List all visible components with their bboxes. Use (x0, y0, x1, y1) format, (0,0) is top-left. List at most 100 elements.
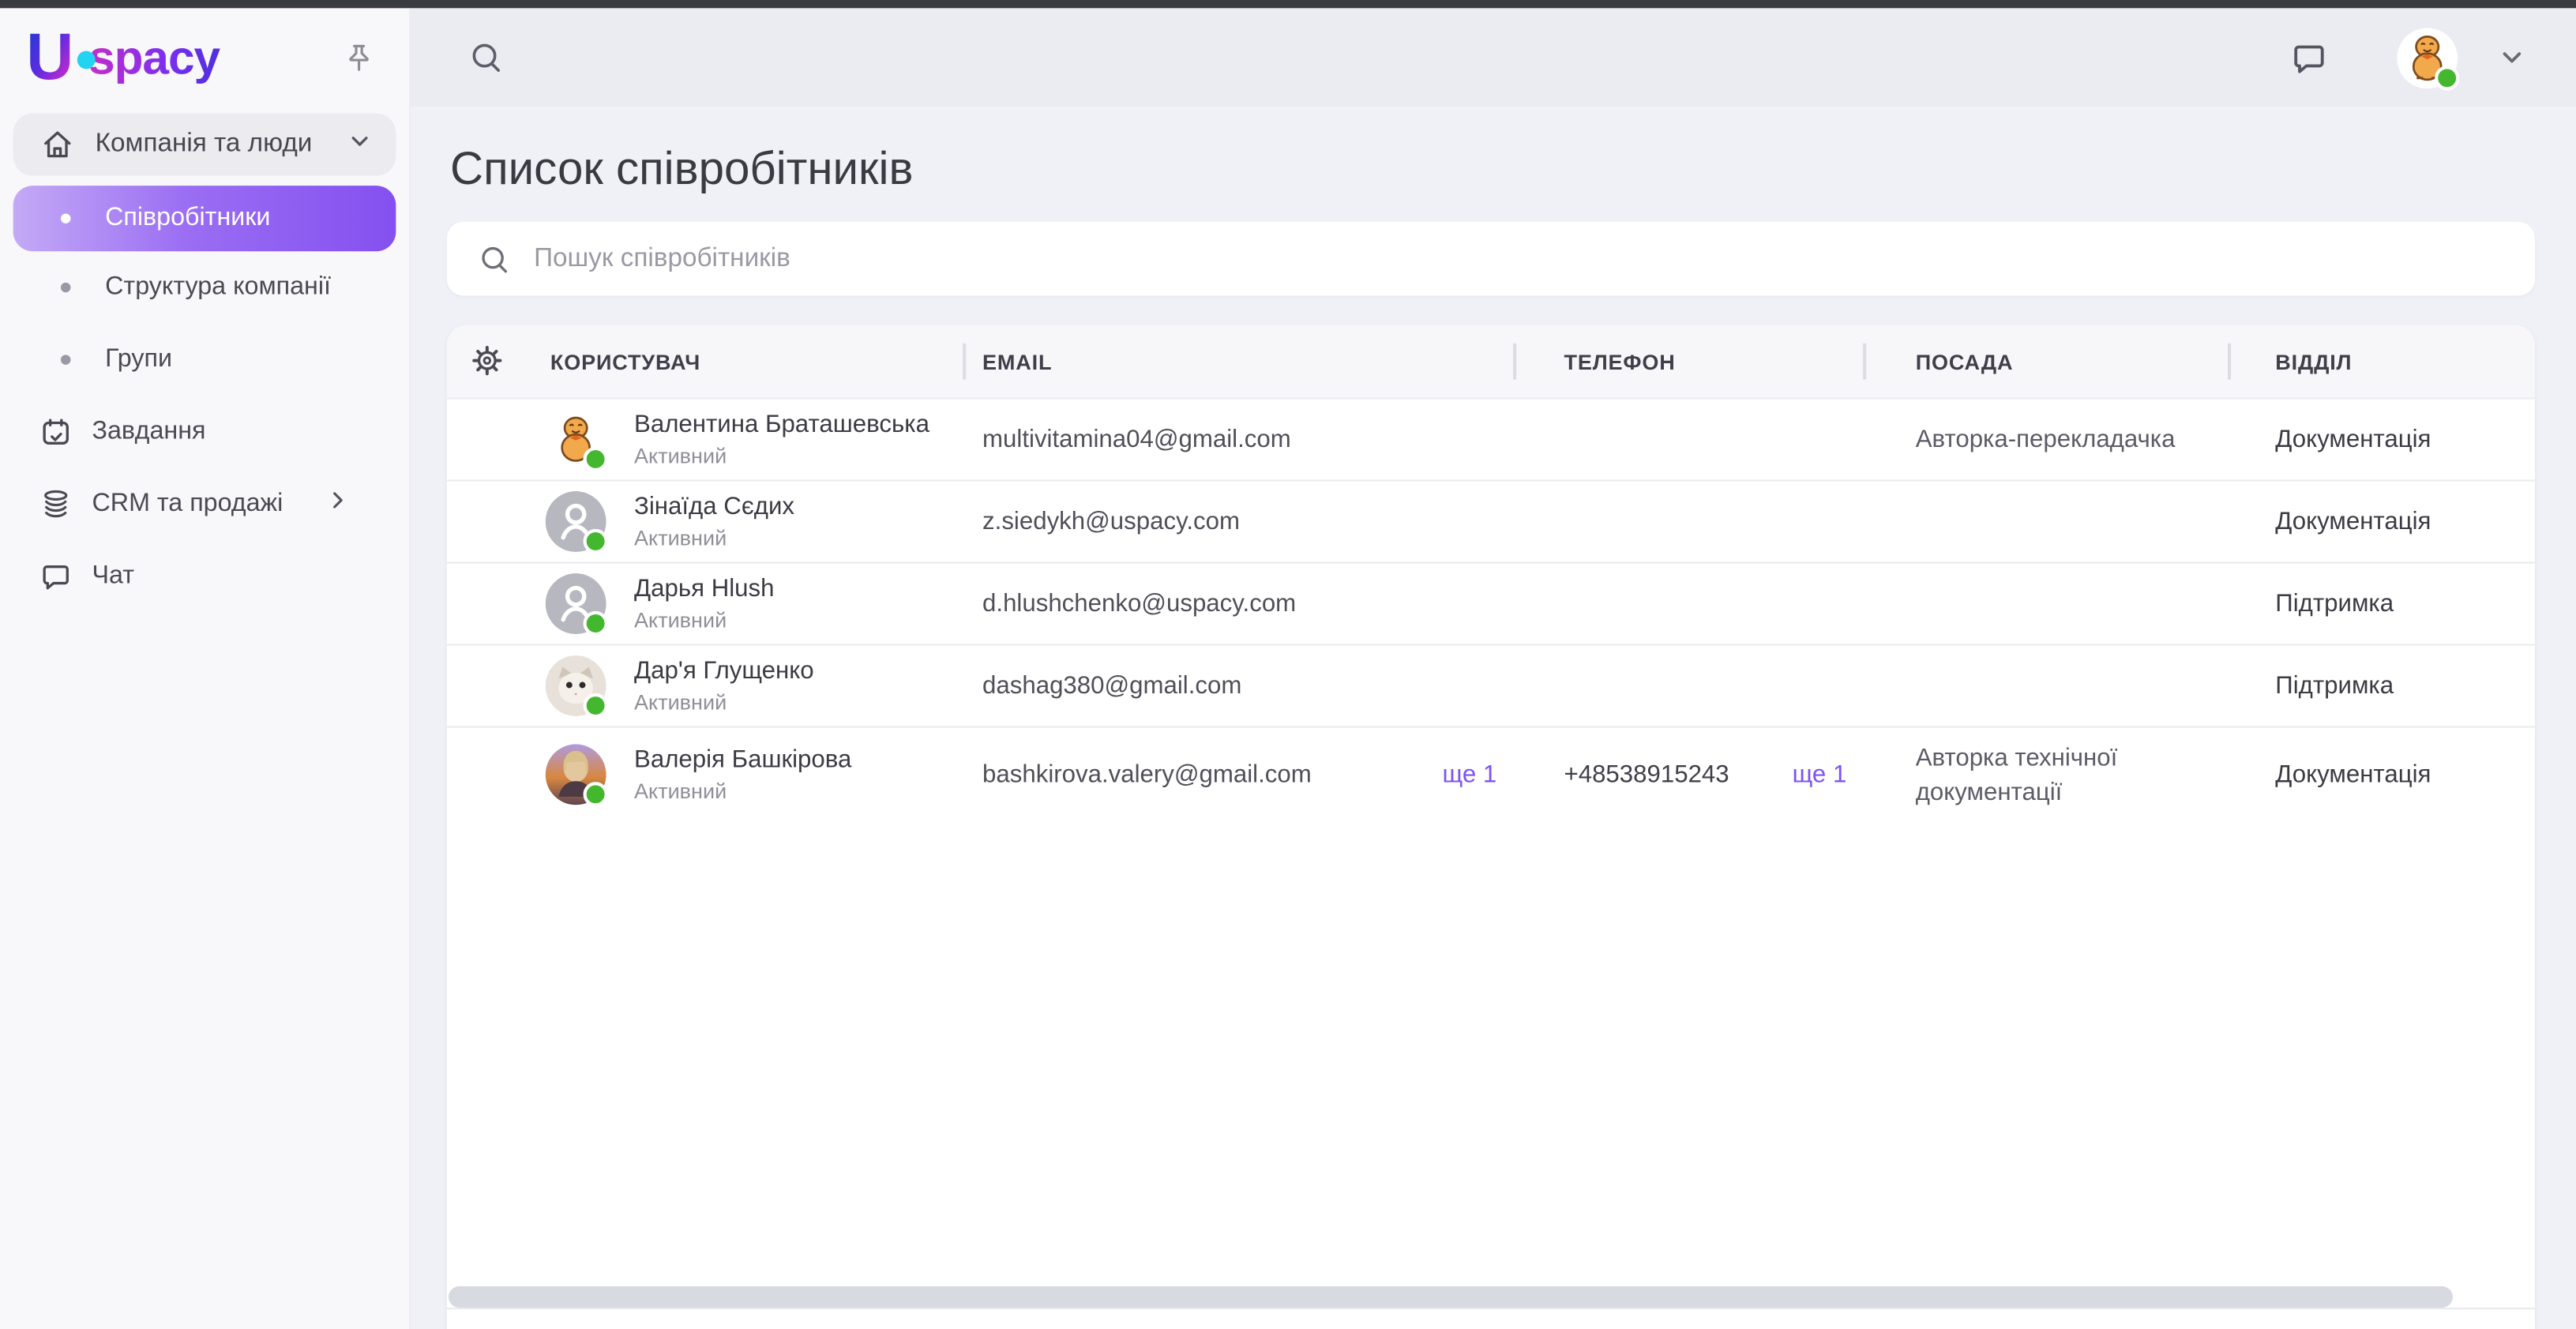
table-header: КОРИСТУВАЧ EMAIL ТЕЛЕФОН ПОСАДА ВІДДІЛ (447, 325, 2535, 398)
column-divider (2228, 344, 2231, 380)
avatar (546, 409, 606, 470)
user-status: Активний (634, 690, 814, 715)
department-cell: Документація (2228, 426, 2535, 453)
table-row[interactable]: Дарья Hlush Активний d.hlushchenko@uspac… (447, 561, 2535, 644)
online-status-dot (584, 447, 608, 471)
user-cell: Валерія Башкірова Активний (447, 744, 963, 805)
avatar (546, 491, 606, 552)
divider (447, 1308, 2535, 1309)
chevron-down-icon[interactable] (2497, 43, 2526, 72)
sidebar-item-label: Структура компанії (105, 272, 331, 302)
column-divider (1513, 344, 1516, 380)
user-cell: Зінаїда Сєдих Активний (447, 491, 963, 552)
sidebar-item-crm[interactable]: CRM та продажі (0, 468, 409, 541)
more-emails-link[interactable]: ще 1 (1442, 760, 1496, 788)
employees-table: КОРИСТУВАЧ EMAIL ТЕЛЕФОН ПОСАДА ВІДДІЛ (447, 325, 2535, 1329)
horizontal-scrollbar[interactable] (449, 1286, 2453, 1308)
bullet-icon (61, 213, 70, 223)
column-divider (1863, 344, 1866, 380)
sidebar-item-label: Чат (92, 561, 135, 591)
main-content: Список співробітників КОРИСТУВАЧ (411, 107, 2576, 1329)
phone-cell: +48538915243 ще 1 (1513, 760, 1863, 788)
sidebar-item-label: CRM та продажі (92, 490, 284, 519)
user-status: Активний (634, 444, 929, 468)
sidebar-item-chat[interactable]: Чат (0, 540, 409, 613)
table-row[interactable]: Валерія Башкірова Активний bashkirova.va… (447, 726, 2535, 822)
sidebar-section-label: Компанія та люди (96, 130, 313, 159)
avatar (546, 573, 606, 634)
sidebar-section-company-people[interactable]: Компанія та люди (13, 114, 396, 176)
table-row[interactable]: Дар'я Глущенко Активний dashag380@gmail.… (447, 644, 2535, 726)
position-cell: Авторка-перекладачка (1863, 422, 2228, 457)
column-header-department[interactable]: ВІДДІЛ (2228, 325, 2535, 398)
page-title: Список співробітників (450, 143, 913, 196)
sidebar-item-label: Групи (105, 345, 172, 374)
user-avatar[interactable] (2397, 27, 2458, 88)
avatar (546, 655, 606, 716)
user-name: Дарья Hlush (634, 575, 774, 603)
crm-stack-icon (39, 488, 73, 521)
chat-bubble-icon (39, 560, 73, 593)
user-status: Активний (634, 608, 774, 633)
sidebar-item-employees[interactable]: Співробітники (13, 186, 396, 251)
user-cell: Дарья Hlush Активний (447, 573, 963, 634)
email-cell: z.siedykh@uspacy.com (963, 508, 1513, 535)
column-header-user[interactable]: КОРИСТУВАЧ (447, 325, 963, 398)
chevron-right-icon (325, 488, 350, 521)
avatar (546, 744, 606, 805)
sidebar-item-company-structure[interactable]: Структура компанії (0, 251, 409, 324)
chevron-down-icon (347, 127, 373, 162)
search-icon (476, 241, 513, 277)
user-name: Дар'я Глущенко (634, 657, 814, 685)
sidebar: U spacy Компанія та люди (0, 8, 411, 1329)
column-header-email[interactable]: EMAIL (963, 325, 1513, 398)
online-status-dot (584, 782, 608, 806)
user-status: Активний (634, 779, 851, 803)
email-cell: d.hlushchenko@uspacy.com (963, 590, 1513, 618)
window-top-edge (0, 0, 2576, 8)
home-icon (41, 128, 74, 161)
table-row[interactable]: Валентина Браташевська Активний multivit… (447, 397, 2535, 479)
employee-search-box (447, 222, 2535, 296)
email-cell: dashag380@gmail.com (963, 672, 1513, 700)
online-status-dot (584, 693, 608, 718)
bullet-icon (61, 283, 70, 292)
department-cell: Підтримка (2228, 672, 2535, 700)
user-cell: Валентина Браташевська Активний (447, 409, 963, 470)
search-icon[interactable] (467, 38, 506, 77)
online-status-dot (2435, 65, 2459, 89)
logo-letter: U (26, 29, 73, 85)
email-cell: multivitamina04@gmail.com (963, 426, 1513, 453)
email-cell: bashkirova.valery@gmail.com ще 1 (963, 760, 1513, 788)
table-row[interactable]: Зінаїда Сєдих Активний z.siedykh@uspacy.… (447, 479, 2535, 561)
position-cell: Авторка технічної документації (1863, 740, 2228, 809)
user-status: Активний (634, 526, 794, 550)
department-cell: Документація (2228, 760, 2535, 788)
search-input[interactable] (531, 242, 2345, 276)
user-name: Валерія Башкірова (634, 745, 851, 773)
column-divider (963, 344, 966, 380)
uspacy-logo[interactable]: U spacy (26, 29, 220, 85)
department-cell: Документація (2228, 508, 2535, 535)
sidebar-item-tasks[interactable]: Завдання (0, 396, 409, 468)
online-status-dot (584, 611, 608, 636)
calendar-check-icon (39, 415, 73, 449)
topbar (411, 8, 2576, 107)
online-status-dot (584, 529, 608, 554)
user-name: Зінаїда Сєдих (634, 493, 794, 520)
user-name: Валентина Браташевська (634, 411, 929, 438)
app-screen: U spacy Компанія та люди (0, 0, 2576, 1329)
logo-word: spacy (88, 35, 220, 85)
more-phones-link[interactable]: ще 1 (1793, 760, 1847, 788)
column-header-position[interactable]: ПОСАДА (1863, 325, 2228, 398)
column-header-phone[interactable]: ТЕЛЕФОН (1513, 325, 1863, 398)
department-cell: Підтримка (2228, 590, 2535, 618)
sidebar-item-groups[interactable]: Групи (0, 324, 409, 396)
logo-dot-icon (77, 51, 96, 69)
messages-icon[interactable] (2290, 39, 2328, 77)
sidebar-item-label: Співробітники (105, 204, 270, 233)
bullet-icon (61, 355, 70, 364)
pushpin-icon[interactable] (342, 41, 377, 84)
sidebar-item-label: Завдання (92, 417, 206, 446)
user-cell: Дар'я Глущенко Активний (447, 655, 963, 716)
